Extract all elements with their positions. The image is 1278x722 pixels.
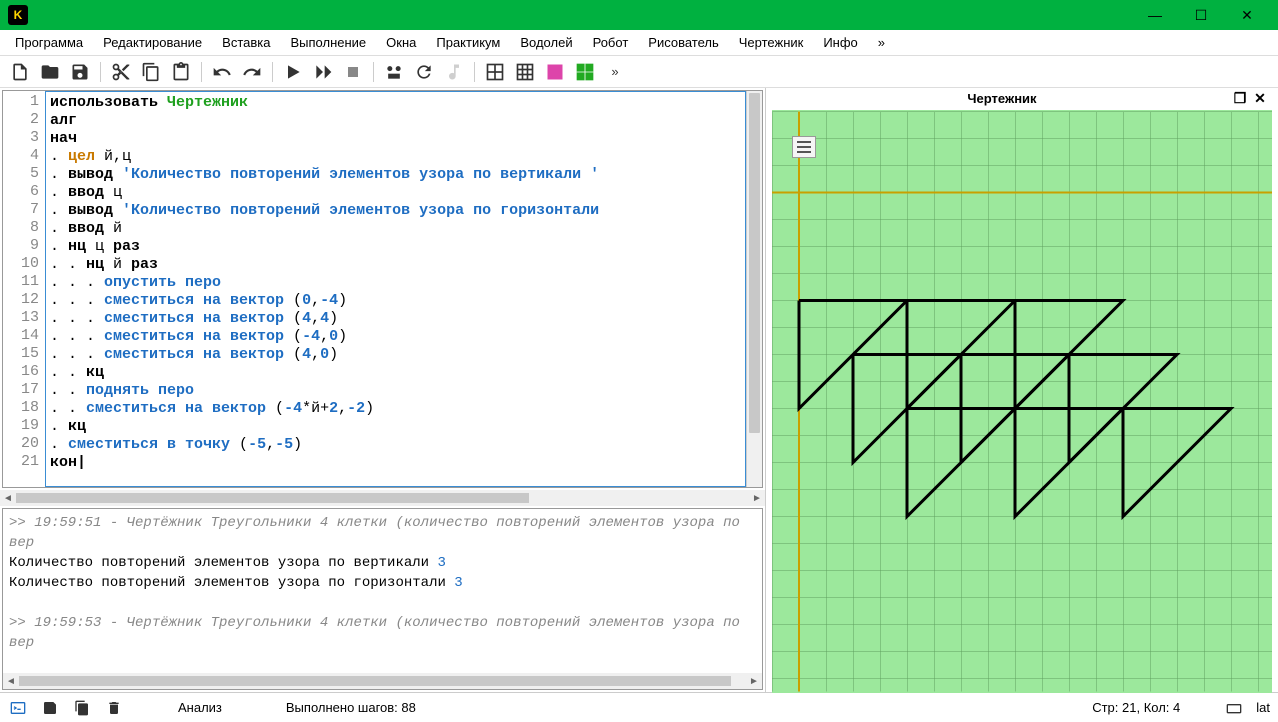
undo-icon[interactable] — [210, 60, 234, 84]
grid1-icon[interactable] — [483, 60, 507, 84]
close-button[interactable]: ✕ — [1224, 0, 1270, 30]
analysis-label: Анализ — [178, 700, 222, 715]
music-icon[interactable] — [442, 60, 466, 84]
editor-horizontal-scrollbar[interactable]: ◄ ► — [0, 490, 765, 506]
run-icon[interactable] — [281, 60, 305, 84]
title-bar: K — ☐ ✕ — [0, 0, 1278, 30]
toolbar: » — [0, 56, 1278, 88]
scroll-left-icon[interactable]: ◄ — [3, 673, 19, 689]
new-file-icon[interactable] — [8, 60, 32, 84]
menu-item[interactable]: Инфо — [814, 32, 866, 53]
menu-item[interactable]: » — [869, 32, 894, 53]
editor-vertical-scrollbar[interactable] — [746, 91, 762, 487]
canvas-panel-header: Чертежник ❐ ✕ — [766, 88, 1278, 108]
canvas-title: Чертежник — [774, 91, 1230, 106]
code-editor[interactable]: 123456789101112131415161718192021 исполь… — [2, 90, 763, 488]
reload-icon[interactable] — [412, 60, 436, 84]
copy-status-icon[interactable] — [72, 698, 92, 718]
menu-item[interactable]: Редактирование — [94, 32, 211, 53]
scroll-left-icon[interactable]: ◄ — [0, 490, 16, 506]
menu-item[interactable]: Рисователь — [639, 32, 727, 53]
terminal-icon[interactable] — [8, 698, 28, 718]
minimize-button[interactable]: — — [1132, 0, 1178, 30]
grid2-icon[interactable] — [513, 60, 537, 84]
robot-icon[interactable] — [382, 60, 406, 84]
detach-icon[interactable]: ❐ — [1230, 88, 1250, 108]
delete-status-icon[interactable] — [104, 698, 124, 718]
line-gutter: 123456789101112131415161718192021 — [3, 91, 45, 487]
code-content[interactable]: использовать Чертежникалгнач. цел й,ц. в… — [45, 91, 746, 487]
menu-item[interactable]: Выполнение — [281, 32, 375, 53]
copy-icon[interactable] — [139, 60, 163, 84]
cut-icon[interactable] — [109, 60, 133, 84]
stop-icon[interactable] — [341, 60, 365, 84]
toolbar-more[interactable]: » — [603, 60, 627, 84]
keyboard-icon[interactable] — [1224, 698, 1244, 718]
scroll-right-icon[interactable]: ► — [746, 673, 762, 689]
menu-item[interactable]: Чертежник — [730, 32, 813, 53]
menu-item[interactable]: Программа — [6, 32, 92, 53]
step-icon[interactable] — [311, 60, 335, 84]
scroll-right-icon[interactable]: ► — [749, 490, 765, 506]
canvas-menu-icon[interactable] — [792, 136, 816, 158]
close-panel-icon[interactable]: ✕ — [1250, 88, 1270, 108]
output-console[interactable]: >> 19:59:51 - Чертёжник Треугольники 4 к… — [3, 509, 762, 673]
app-logo: K — [8, 5, 28, 25]
cursor-position: Стр: 21, Кол: 4 — [1092, 700, 1180, 715]
save-status-icon[interactable] — [40, 698, 60, 718]
drawing-canvas[interactable] — [772, 110, 1272, 693]
input-language: lat — [1256, 700, 1270, 715]
steps-label: Выполнено шагов: 88 — [286, 700, 416, 715]
draftsman-icon[interactable] — [573, 60, 597, 84]
menu-item[interactable]: Окна — [377, 32, 425, 53]
menu-item[interactable]: Робот — [584, 32, 638, 53]
menu-item[interactable]: Водолей — [511, 32, 581, 53]
maximize-button[interactable]: ☐ — [1178, 0, 1224, 30]
console-horizontal-scrollbar[interactable]: ◄ ► — [3, 673, 762, 689]
menu-item[interactable]: Практикум — [427, 32, 509, 53]
status-bar: Анализ Выполнено шагов: 88 Стр: 21, Кол:… — [0, 692, 1278, 722]
paste-icon[interactable] — [169, 60, 193, 84]
save-file-icon[interactable] — [68, 60, 92, 84]
menu-bar: ПрограммаРедактированиеВставкаВыполнение… — [0, 30, 1278, 56]
redo-icon[interactable] — [240, 60, 264, 84]
open-file-icon[interactable] — [38, 60, 62, 84]
palette-icon[interactable] — [543, 60, 567, 84]
menu-item[interactable]: Вставка — [213, 32, 279, 53]
